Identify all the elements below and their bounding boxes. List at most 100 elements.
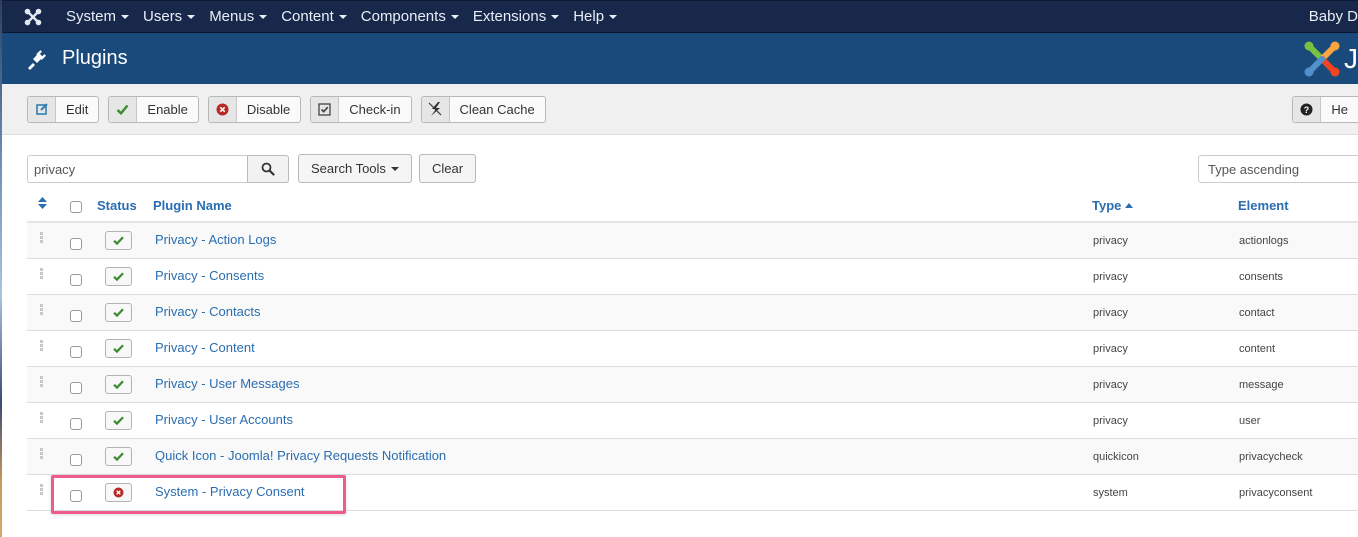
status-toggle-button[interactable]: [105, 303, 132, 322]
drag-handle-icon[interactable]: [40, 304, 44, 316]
status-toggle-button[interactable]: [105, 411, 132, 430]
help-button[interactable]: ? He: [1292, 96, 1358, 123]
plugin-element: contact: [1239, 307, 1275, 319]
row-checkbox[interactable]: [70, 310, 82, 322]
row-checkbox[interactable]: [70, 418, 82, 430]
times-circle-icon: [208, 96, 237, 122]
plugin-type: privacy: [1093, 343, 1128, 355]
caret-down-icon: [338, 14, 347, 19]
plug-icon: [26, 47, 50, 71]
plugin-element: content: [1239, 343, 1276, 355]
status-toggle-button[interactable]: [105, 267, 132, 286]
plugins-table: Status Plugin Name Type Element Privacy …: [27, 187, 1358, 511]
status-toggle-button[interactable]: [105, 375, 132, 394]
column-header-type[interactable]: Type: [1092, 198, 1134, 213]
plugin-name-link[interactable]: Privacy - User Messages: [155, 376, 299, 391]
plugin-name-link[interactable]: Privacy - Contacts: [155, 304, 260, 319]
status-toggle-button[interactable]: [105, 447, 132, 466]
drag-handle-icon[interactable]: [40, 232, 44, 244]
search-tools-button[interactable]: Search Tools: [298, 154, 412, 183]
plugin-name-link[interactable]: System - Privacy Consent: [155, 484, 305, 499]
search-input[interactable]: [27, 155, 247, 183]
user-menu[interactable]: Baby D: [1309, 8, 1358, 25]
plugin-type: system: [1093, 487, 1128, 499]
joomla-logo-icon: [1304, 41, 1340, 77]
check-icon: [113, 380, 124, 389]
menu-menus[interactable]: Menus: [209, 8, 268, 25]
plugin-type: privacy: [1093, 379, 1128, 391]
drag-handle-icon[interactable]: [40, 340, 44, 352]
drag-handle-icon[interactable]: [40, 484, 44, 496]
column-header-status[interactable]: Status: [97, 198, 137, 213]
menu-label: System: [66, 8, 117, 25]
plugin-name-link[interactable]: Privacy - Action Logs: [155, 232, 276, 247]
enable-button[interactable]: Enable: [108, 95, 199, 123]
plugin-element: privacyconsent: [1239, 487, 1313, 499]
check-icon: [109, 96, 138, 122]
plugin-name-link[interactable]: Privacy - User Accounts: [155, 412, 293, 427]
menu-label: Menus: [209, 8, 255, 25]
select-all-checkbox[interactable]: [70, 201, 82, 213]
plugin-type: quickicon: [1093, 451, 1139, 463]
row-checkbox[interactable]: [70, 238, 82, 250]
status-toggle-button[interactable]: [105, 339, 132, 358]
caret-down-icon: [609, 14, 618, 19]
joomla-brand-logo: J: [1302, 39, 1358, 79]
sort-ascending-icon: [1125, 203, 1134, 208]
plugin-element: user: [1239, 415, 1261, 427]
clean-cache-button[interactable]: Clean Cache: [420, 95, 546, 123]
table-row: System - Privacy Consent system privacyc…: [27, 475, 1358, 511]
joomla-icon[interactable]: [24, 8, 52, 26]
column-header-plugin-name[interactable]: Plugin Name: [153, 198, 232, 213]
row-checkbox[interactable]: [70, 490, 82, 502]
table-row: Privacy - Action Logs privacy actionlogs: [27, 223, 1358, 259]
check-icon: [113, 416, 124, 425]
row-checkbox[interactable]: [70, 346, 82, 358]
menu-label: Help: [573, 8, 605, 25]
check-in-button[interactable]: Check-in: [310, 95, 412, 123]
search-button[interactable]: [247, 155, 289, 183]
plugin-name-link[interactable]: Privacy - Content: [155, 340, 255, 355]
drag-handle-icon[interactable]: [40, 448, 44, 460]
row-checkbox[interactable]: [70, 382, 82, 394]
row-checkbox[interactable]: [70, 274, 82, 286]
check-icon: [113, 452, 124, 461]
drag-handle-icon[interactable]: [40, 268, 44, 280]
status-toggle-button[interactable]: [105, 231, 132, 250]
joomla-admin-window: System Users Menus Content Components Ex…: [2, 0, 1358, 537]
menu-help[interactable]: Help: [573, 8, 618, 25]
caret-down-icon: [187, 14, 196, 19]
times-circle-icon: [113, 487, 124, 498]
plugin-name-link[interactable]: Quick Icon - Joomla! Privacy Requests No…: [155, 448, 446, 463]
disable-label: Disable: [246, 101, 291, 117]
plugin-name-link[interactable]: Privacy - Consents: [155, 268, 264, 283]
menu-content[interactable]: Content: [281, 8, 347, 25]
check-icon: [113, 308, 124, 317]
menu-label: Extensions: [472, 8, 547, 25]
disable-button[interactable]: Disable: [207, 95, 302, 123]
clear-button[interactable]: Clear: [419, 154, 477, 183]
page-title: Plugins: [62, 47, 128, 69]
row-checkbox[interactable]: [70, 454, 82, 466]
caret-down-icon: [551, 14, 560, 19]
menu-components[interactable]: Components: [361, 8, 459, 25]
checkbox-icon: [311, 96, 340, 122]
search-icon: [261, 162, 275, 176]
menu-users[interactable]: Users: [143, 8, 196, 25]
ordering-sort-icon[interactable]: [38, 197, 47, 212]
table-row: Privacy - Content privacy content: [27, 331, 1358, 367]
menu-extensions[interactable]: Extensions: [472, 8, 560, 25]
plugin-element: privacycheck: [1239, 451, 1303, 463]
column-header-element[interactable]: Element: [1238, 198, 1289, 213]
check-icon: [113, 344, 124, 353]
drag-handle-icon[interactable]: [40, 376, 44, 388]
sort-order-select[interactable]: Type ascending: [1198, 155, 1358, 183]
clear-label: Clear: [432, 161, 464, 176]
menu-system[interactable]: System: [66, 8, 130, 25]
drag-handle-icon[interactable]: [40, 412, 44, 424]
status-toggle-button[interactable]: [105, 483, 132, 502]
table-row: Privacy - User Messages privacy message: [27, 367, 1358, 403]
edit-button[interactable]: Edit: [27, 95, 100, 123]
table-row: Privacy - User Accounts privacy user: [27, 403, 1358, 439]
plugin-element: actionlogs: [1239, 235, 1289, 247]
